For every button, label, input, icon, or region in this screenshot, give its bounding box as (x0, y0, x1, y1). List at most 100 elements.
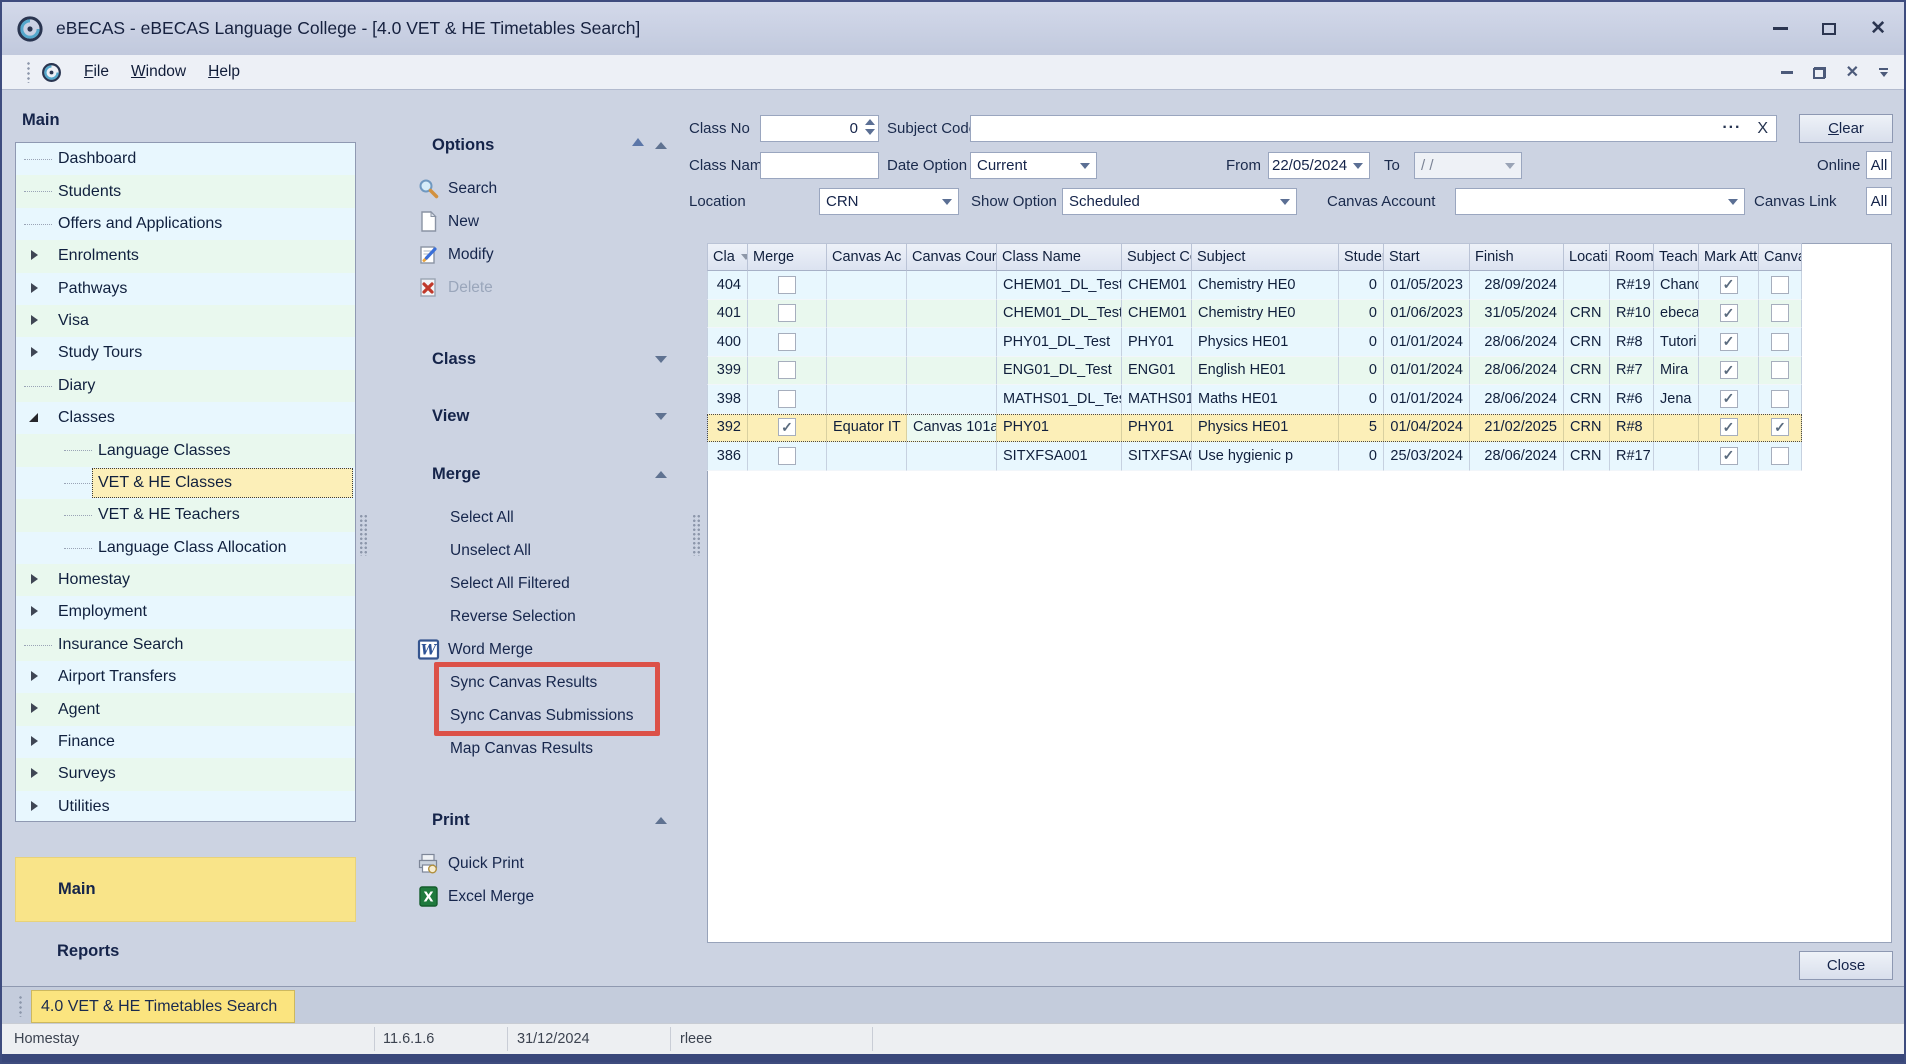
section-header-print[interactable]: Print (432, 810, 667, 830)
expand-arrow-icon[interactable] (655, 356, 667, 363)
toolbar-options-icon[interactable] (1879, 68, 1888, 77)
mdi-close-icon[interactable]: ✕ (1846, 65, 1859, 81)
show-option-select[interactable]: Scheduled (1062, 188, 1297, 215)
cell-markatt[interactable]: ✓ (1699, 442, 1759, 471)
cell-canvas[interactable] (1759, 328, 1802, 357)
expanded-arrow-icon[interactable] (29, 413, 38, 422)
online-all-box[interactable]: All (1866, 151, 1892, 179)
checkbox-checked-icon[interactable]: ✓ (1771, 418, 1789, 436)
checkbox-checked-icon[interactable]: ✓ (778, 418, 796, 436)
column-header-start[interactable]: Start (1384, 243, 1470, 271)
collapsed-arrow-icon[interactable] (31, 283, 38, 293)
cell-markatt[interactable]: ✓ (1699, 271, 1759, 300)
canvas-link-all-box[interactable]: All (1866, 187, 1892, 215)
action-word-merge[interactable]: WWord Merge (370, 633, 700, 666)
from-date-select[interactable]: 22/05/2024 (1268, 152, 1370, 179)
splitter-handle-left[interactable] (359, 514, 368, 556)
clear-field-x-icon[interactable]: X (1757, 120, 1768, 138)
column-header-subject-co[interactable]: Subject Co (1122, 243, 1192, 271)
sidebar-item-language-class-allocation[interactable]: Language Class Allocation (16, 532, 355, 564)
sidebar-item-surveys[interactable]: Surveys (16, 758, 355, 790)
cell-canvas[interactable] (1759, 442, 1802, 471)
sidebar-item-dashboard[interactable]: Dashboard (16, 143, 355, 175)
sidebar-item-employment[interactable]: Employment (16, 596, 355, 628)
cell-markatt[interactable]: ✓ (1699, 414, 1759, 443)
cell-markatt[interactable]: ✓ (1699, 357, 1759, 386)
checkbox-unchecked-icon[interactable] (1771, 304, 1789, 322)
canvas-account-select[interactable] (1455, 188, 1745, 215)
sidebar-item-offers-and-applications[interactable]: Offers and Applications (16, 208, 355, 240)
cell-merge[interactable]: ✓ (748, 414, 827, 443)
cell-merge[interactable] (748, 328, 827, 357)
date-option-select[interactable]: Current (970, 152, 1097, 179)
close-icon[interactable]: ✕ (1870, 19, 1886, 38)
action-sync-canvas-results[interactable]: Sync Canvas Results (370, 666, 700, 699)
collapsed-arrow-icon[interactable] (31, 801, 38, 811)
column-header-room[interactable]: Room (1610, 243, 1654, 271)
minimize-icon[interactable] (1773, 27, 1788, 30)
checkbox-unchecked-icon[interactable] (778, 304, 796, 322)
checkbox-checked-icon[interactable]: ✓ (1720, 276, 1738, 294)
table-row[interactable]: 404CHEM01_DL_Test_CHEM01Chemistry HE0001… (707, 271, 1802, 300)
collapsed-arrow-icon[interactable] (31, 703, 38, 713)
cell-canvas[interactable] (1759, 357, 1802, 386)
cell-markatt[interactable]: ✓ (1699, 328, 1759, 357)
collapsed-arrow-icon[interactable] (31, 736, 38, 746)
menu-item-file[interactable]: File (84, 63, 109, 81)
sidebar-item-language-classes[interactable]: Language Classes (16, 434, 355, 466)
cell-merge[interactable] (748, 385, 827, 414)
action-search[interactable]: Search (370, 172, 700, 205)
sidebar-item-finance[interactable]: Finance (16, 726, 355, 758)
column-header-canvas-ac[interactable]: Canvas Ac (827, 243, 907, 271)
column-header-finish[interactable]: Finish (1470, 243, 1564, 271)
checkbox-unchecked-icon[interactable] (1771, 390, 1789, 408)
cell-canvas[interactable]: ✓ (1759, 414, 1802, 443)
action-select-all[interactable]: Select All (370, 501, 700, 534)
column-header-mark-atte[interactable]: Mark Atte (1699, 243, 1759, 271)
section-header-view[interactable]: View (432, 406, 667, 426)
column-header-merge[interactable]: Merge (748, 243, 827, 271)
checkbox-checked-icon[interactable]: ✓ (1720, 447, 1738, 465)
collapse-arrow-icon[interactable] (655, 471, 667, 478)
class-no-input[interactable] (761, 116, 878, 141)
sidebar-item-vet-he-teachers[interactable]: VET & HE Teachers (16, 499, 355, 531)
action-new[interactable]: New (370, 205, 700, 238)
checkbox-unchecked-icon[interactable] (1771, 333, 1789, 351)
section-header-merge[interactable]: Merge (432, 464, 667, 484)
collapsed-arrow-icon[interactable] (31, 347, 38, 357)
sidebar-item-airport-transfers[interactable]: Airport Transfers (16, 661, 355, 693)
column-header-teach[interactable]: Teach (1654, 243, 1699, 271)
collapsed-arrow-icon[interactable] (31, 574, 38, 584)
action-unselect-all[interactable]: Unselect All (370, 534, 700, 567)
column-header-class-name[interactable]: Class Name (997, 243, 1122, 271)
sidebar-item-study-tours[interactable]: Study Tours (16, 337, 355, 369)
collapse-arrow-icon[interactable] (655, 142, 667, 149)
sidebar-item-students[interactable]: Students (16, 175, 355, 207)
menu-grip[interactable] (26, 61, 31, 83)
checkbox-unchecked-icon[interactable] (778, 447, 796, 465)
cell-markatt[interactable]: ✓ (1699, 300, 1759, 329)
column-header-subject[interactable]: Subject (1192, 243, 1339, 271)
checkbox-unchecked-icon[interactable] (778, 276, 796, 294)
cell-merge[interactable] (748, 271, 827, 300)
sidebar-item-enrolments[interactable]: Enrolments (16, 240, 355, 272)
table-row[interactable]: 401CHEM01_DL_TestCHEM01Chemistry HE0001/… (707, 300, 1802, 329)
checkbox-checked-icon[interactable]: ✓ (1720, 333, 1738, 351)
menu-item-help[interactable]: Help (208, 63, 240, 81)
action-sync-canvas-submissions[interactable]: Sync Canvas Submissions (370, 699, 700, 732)
maximize-icon[interactable] (1822, 23, 1836, 35)
subject-code-input[interactable] (971, 116, 1776, 141)
clear-button[interactable]: Clear (1799, 114, 1893, 143)
ellipsis-browse-icon[interactable]: ··· (1722, 125, 1741, 131)
action-quick-print[interactable]: Quick Print (370, 847, 700, 880)
action-reverse-selection[interactable]: Reverse Selection (370, 600, 700, 633)
sidebar-item-insurance-search[interactable]: Insurance Search (16, 629, 355, 661)
checkbox-unchecked-icon[interactable] (778, 333, 796, 351)
action-excel-merge[interactable]: XExcel Merge (370, 880, 700, 913)
action-modify[interactable]: Modify (370, 238, 700, 271)
table-row[interactable]: 399ENG01_DL_TestENG01English HE01001/01/… (707, 357, 1802, 386)
action-map-canvas-results[interactable]: Map Canvas Results (370, 732, 700, 765)
collapsed-arrow-icon[interactable] (31, 606, 38, 616)
sidebar-item-pathways[interactable]: Pathways (16, 273, 355, 305)
column-header-studer[interactable]: Studer (1339, 243, 1384, 271)
